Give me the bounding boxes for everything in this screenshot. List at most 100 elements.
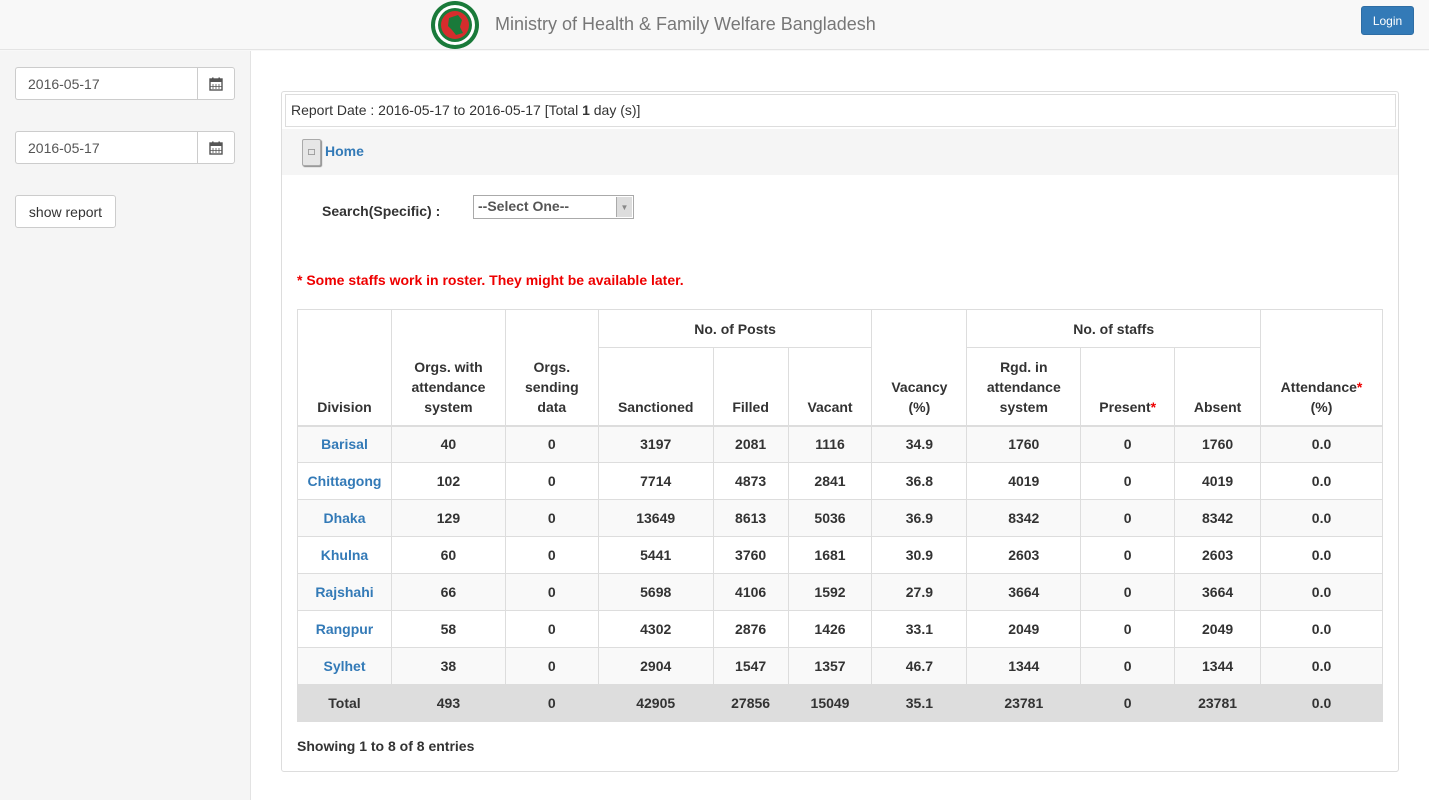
total-cell: 42905 — [597, 684, 714, 722]
government-seal-logo — [431, 1, 479, 49]
calendar-icon[interactable] — [197, 67, 235, 100]
to-date-input[interactable] — [15, 131, 197, 164]
division-link[interactable]: Rangpur — [316, 621, 374, 637]
col-attendance[interactable]: Attendance* (%) — [1260, 309, 1383, 427]
table-cell: 27.9 — [871, 573, 968, 611]
cell-division: Khulna — [297, 536, 392, 574]
table-cell: 8342 — [966, 499, 1082, 537]
table-cell: 1681 — [787, 536, 873, 574]
table-cell: 36.8 — [871, 462, 968, 500]
home-icon[interactable]: □ — [302, 139, 321, 166]
table-cell: 0.0 — [1260, 499, 1383, 537]
table-cell: 0 — [504, 536, 599, 574]
table-cell: 33.1 — [871, 610, 968, 648]
total-cell: 15049 — [787, 684, 873, 722]
table-cell: 4019 — [966, 462, 1082, 500]
table-cell: 129 — [390, 499, 506, 537]
col-absent[interactable]: Absent — [1174, 347, 1262, 427]
table-cell: 0 — [1080, 425, 1176, 463]
table-cell: 0 — [1080, 536, 1176, 574]
table-row: Chittagong 102 0 7714 4873 2841 36.8 401… — [297, 462, 1383, 500]
col-orgs-sending[interactable]: Orgs. sending data — [504, 309, 599, 427]
table-cell: 0 — [504, 499, 599, 537]
table-cell: 0 — [504, 425, 599, 463]
division-link[interactable]: Rajshahi — [315, 584, 373, 600]
brand-title[interactable]: Ministry of Health & Family Welfare Bang… — [495, 14, 876, 35]
total-cell: 23781 — [966, 684, 1082, 722]
table-cell: 5698 — [597, 573, 714, 611]
col-rgd[interactable]: Rgd. in attendance system — [966, 347, 1082, 427]
col-group-staffs: No. of staffs — [966, 309, 1262, 348]
attendance-label: Attendance — [1280, 378, 1357, 395]
sidebar: show report — [0, 51, 251, 800]
table-cell: 8613 — [712, 499, 789, 537]
table-cell: 1547 — [712, 647, 789, 685]
search-select[interactable]: --Select One-- ▼ — [473, 195, 634, 219]
table-cell: 1344 — [966, 647, 1082, 685]
table-cell: 0 — [1080, 499, 1176, 537]
table-cell: 0 — [504, 462, 599, 500]
division-link[interactable]: Khulna — [321, 547, 368, 563]
table-cell: 0 — [1080, 462, 1176, 500]
table-cell: 0 — [504, 573, 599, 611]
col-group-posts: No. of Posts — [597, 309, 873, 348]
entries-info: Showing 1 to 8 of 8 entries — [297, 738, 475, 754]
total-cell: 0 — [1080, 684, 1176, 722]
top-navbar: Ministry of Health & Family Welfare Bang… — [0, 0, 1429, 50]
login-button[interactable]: Login — [1361, 6, 1414, 35]
table-cell: 58 — [390, 610, 506, 648]
total-cell: 0 — [504, 684, 599, 722]
col-orgs-attendance[interactable]: Orgs. with attendance system — [390, 309, 506, 427]
cell-division: Chittagong — [297, 462, 392, 500]
table-cell: 3197 — [597, 425, 714, 463]
division-link[interactable]: Sylhet — [323, 658, 365, 674]
table-cell: 1426 — [787, 610, 873, 648]
table-cell: 0 — [1080, 573, 1176, 611]
table-cell: 30.9 — [871, 536, 968, 574]
col-vacancy[interactable]: Vacancy (%) — [871, 309, 968, 427]
col-sanctioned[interactable]: Sanctioned — [597, 347, 714, 427]
cell-division: Rajshahi — [297, 573, 392, 611]
division-link[interactable]: Barisal — [321, 436, 368, 452]
table-cell: 1760 — [1174, 425, 1262, 463]
table-cell: 34.9 — [871, 425, 968, 463]
show-report-button[interactable]: show report — [15, 195, 116, 228]
table-cell: 1760 — [966, 425, 1082, 463]
table-cell: 3664 — [1174, 573, 1262, 611]
total-cell: 35.1 — [871, 684, 968, 722]
table-row: Rajshahi 66 0 5698 4106 1592 27.9 3664 0… — [297, 573, 1383, 611]
table-cell: 38 — [390, 647, 506, 685]
table-cell: 0.0 — [1260, 647, 1383, 685]
division-link[interactable]: Dhaka — [323, 510, 365, 526]
total-label: Total — [297, 684, 392, 722]
search-select-value: --Select One-- — [478, 198, 570, 214]
table-cell: 0 — [504, 647, 599, 685]
table-cell: 40 — [390, 425, 506, 463]
table-cell: 2081 — [712, 425, 789, 463]
home-link[interactable]: Home — [325, 143, 364, 159]
report-date-prefix: Report Date : 2016-05-17 to 2016-05-17 [… — [291, 102, 583, 118]
table-cell: 4302 — [597, 610, 714, 648]
calendar-icon[interactable] — [197, 131, 235, 164]
division-link[interactable]: Chittagong — [308, 473, 382, 489]
table-cell: 0 — [1080, 647, 1176, 685]
col-filled[interactable]: Filled — [712, 347, 789, 427]
table-cell: 0.0 — [1260, 462, 1383, 500]
col-present[interactable]: Present* — [1080, 347, 1176, 427]
table-cell: 1344 — [1174, 647, 1262, 685]
col-vacant[interactable]: Vacant — [787, 347, 873, 427]
table-cell: 0.0 — [1260, 573, 1383, 611]
roster-note: * Some staffs work in roster. They might… — [297, 272, 684, 288]
from-date-input[interactable] — [15, 67, 197, 100]
table-cell: 1357 — [787, 647, 873, 685]
table-cell: 46.7 — [871, 647, 968, 685]
table-cell: 13649 — [597, 499, 714, 537]
col-division[interactable]: Division — [297, 309, 392, 427]
table-row: Sylhet 38 0 2904 1547 1357 46.7 1344 0 1… — [297, 647, 1383, 685]
total-cell: 493 — [390, 684, 506, 722]
total-cell: 0.0 — [1260, 684, 1383, 722]
table-cell: 60 — [390, 536, 506, 574]
required-mark: * — [1150, 398, 1157, 415]
division-report-table: Division Orgs. with attendance system Or… — [297, 309, 1383, 722]
table-cell: 66 — [390, 573, 506, 611]
